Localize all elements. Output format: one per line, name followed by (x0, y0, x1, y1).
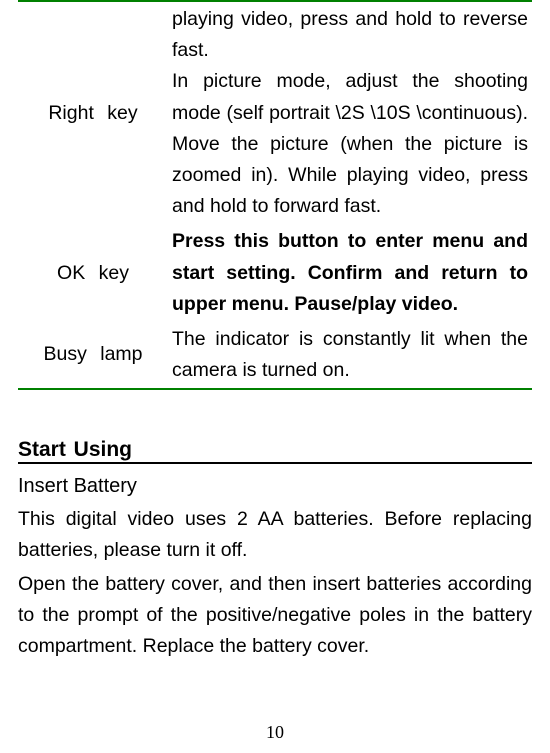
body-paragraph: Open the battery cover, and then insert … (18, 569, 532, 663)
body-paragraph: This digital video uses 2 AA batteries. … (18, 504, 532, 566)
table-row: Busy lamp The indicator is constantly li… (18, 322, 532, 388)
key-label-right: Right key (18, 2, 168, 224)
key-label-busy: Busy lamp (18, 322, 168, 388)
section-heading-start-using: Start Using (18, 438, 532, 464)
prev-row-fragment: playing video, press and hold to reverse… (168, 2, 532, 66)
table-row: OK key Press this button to enter menu a… (18, 224, 532, 322)
key-desc-right: In picture mode, adjust the shooting mod… (168, 66, 532, 224)
key-function-table: Right key playing video, press and hold … (18, 2, 532, 388)
key-desc-busy: The indicator is constantly lit when the… (168, 322, 532, 388)
page-number: 10 (0, 722, 550, 743)
key-desc-ok: Press this button to enter menu and star… (168, 224, 532, 322)
subheading-insert-battery: Insert Battery (18, 470, 532, 502)
key-function-table-wrapper: Right key playing video, press and hold … (18, 0, 532, 390)
key-label-ok: OK key (18, 224, 168, 322)
table-row: Right key playing video, press and hold … (18, 2, 532, 66)
